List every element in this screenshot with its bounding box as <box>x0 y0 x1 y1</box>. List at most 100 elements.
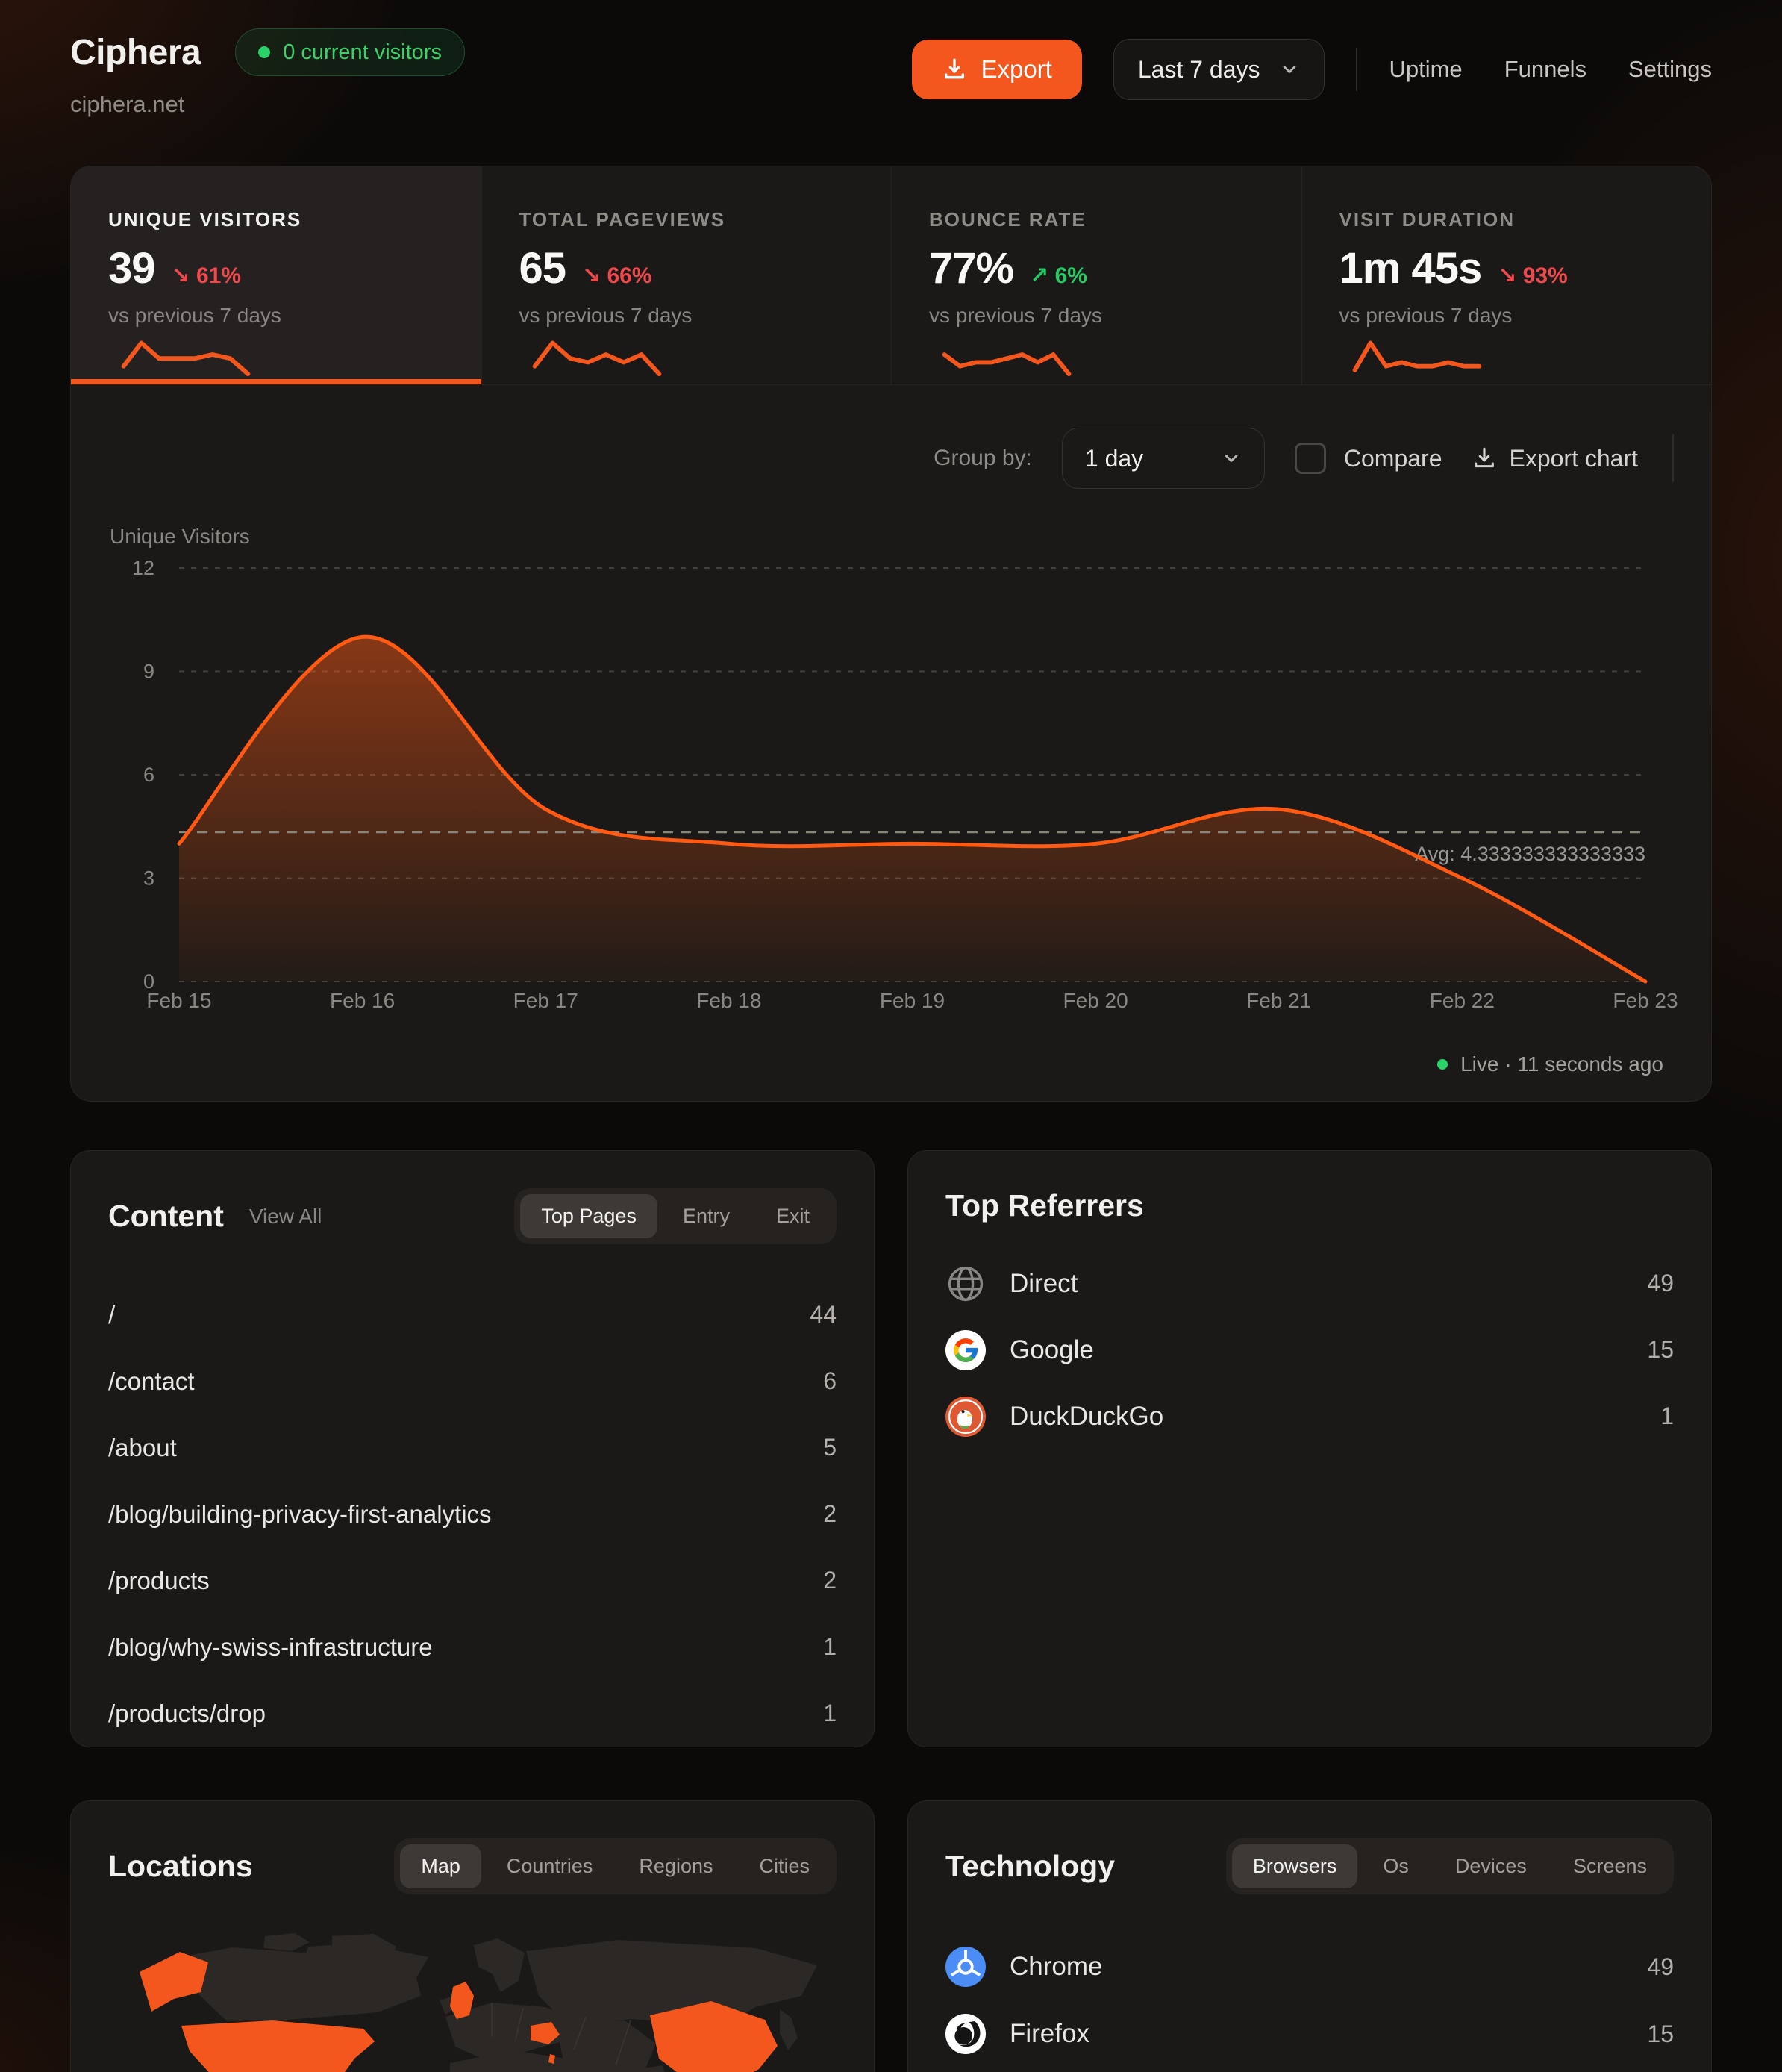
tab-os[interactable]: Os <box>1362 1844 1430 1888</box>
y-axis-label: 9 <box>143 661 154 683</box>
header-actions: Export Last 7 days Uptime Funnels Settings <box>912 39 1712 100</box>
locations-tabs: MapCountriesRegionsCities <box>394 1838 837 1894</box>
page-row[interactable]: /products/drop1 <box>108 1680 837 1747</box>
download-icon <box>942 57 967 82</box>
page-row[interactable]: /44 <box>108 1282 837 1348</box>
chart-controls: Group by: 1 day Compare Export chart <box>108 427 1674 490</box>
stat-delta: ↘ 93% <box>1498 263 1568 289</box>
referrer-row[interactable]: Direct49 <box>945 1250 1674 1317</box>
brand-block: Ciphera 0 current visitors ciphera.net <box>70 28 465 118</box>
x-axis-label: Feb 15 <box>146 989 211 1012</box>
tab-top-pages[interactable]: Top Pages <box>520 1194 657 1238</box>
stat-value-row: 65↘ 66% <box>519 243 892 293</box>
current-visitors-badge[interactable]: 0 current visitors <box>235 28 465 76</box>
y-axis-label: 3 <box>143 867 154 890</box>
brand-name: Ciphera <box>70 32 201 73</box>
current-visitors-label: 0 current visitors <box>283 40 442 65</box>
tab-exit[interactable]: Exit <box>755 1194 831 1238</box>
page-row[interactable]: /about5 <box>108 1414 837 1481</box>
page-row[interactable]: /products 2 <box>108 1547 837 1614</box>
date-range-select[interactable]: Last 7 days <box>1113 39 1325 100</box>
map-country-china[interactable] <box>650 2001 778 2072</box>
sparkline-chart <box>519 335 675 384</box>
row-count: 15 <box>1647 1336 1674 1364</box>
nav-link-funnels[interactable]: Funnels <box>1504 56 1586 83</box>
sparkline-chart <box>929 335 1084 384</box>
header-divider <box>1356 48 1357 91</box>
tab-map[interactable]: Map <box>400 1844 481 1888</box>
map-japan <box>780 2009 798 2050</box>
technology-title: Technology <box>945 1849 1115 1884</box>
page-count: 5 <box>823 1434 837 1461</box>
page-path: /products <box>108 1567 210 1595</box>
y-axis-label: 12 <box>132 557 154 579</box>
header: Ciphera 0 current visitors ciphera.net E… <box>70 0 1712 139</box>
page-count: 6 <box>823 1367 837 1395</box>
stat-label: BOUNCE RATE <box>929 208 1301 231</box>
page-count: 2 <box>823 1567 837 1594</box>
export-chart-button[interactable]: Export chart <box>1472 445 1638 472</box>
nav-link-uptime[interactable]: Uptime <box>1389 56 1462 83</box>
stat-label: UNIQUE VISITORS <box>108 208 481 231</box>
export-chart-label: Export chart <box>1509 445 1638 472</box>
page-row[interactable]: /blog/building-privacy-first-analytics 2 <box>108 1481 837 1547</box>
browser-row-partial[interactable] <box>945 2068 1674 2072</box>
world-map[interactable] <box>108 1927 837 2072</box>
map-country-alaska[interactable] <box>140 1952 208 2012</box>
browser-row[interactable]: Firefox15 <box>945 2000 1674 2068</box>
row-label: DuckDuckGo <box>1010 1402 1163 1432</box>
page-count: 2 <box>823 1500 837 1528</box>
globe-icon <box>945 1264 986 1304</box>
tab-cities[interactable]: Cities <box>738 1844 831 1888</box>
tab-regions[interactable]: Regions <box>618 1844 734 1888</box>
stat-label: VISIT DURATION <box>1339 208 1712 231</box>
live-dot-icon <box>258 46 270 58</box>
stat-card-visit-duration[interactable]: VISIT DURATION1m 45s↘ 93%vs previous 7 d… <box>1301 166 1712 384</box>
chart-area-fill <box>179 637 1645 982</box>
export-button[interactable]: Export <box>912 40 1081 99</box>
stat-card-unique-visitors[interactable]: UNIQUE VISITORS39↘ 61%vs previous 7 days <box>71 166 481 384</box>
page-path: /blog/building-privacy-first-analytics <box>108 1500 492 1529</box>
referrer-row[interactable]: Google15 <box>945 1317 1674 1383</box>
page-path: /blog/why-swiss-infrastructure <box>108 1633 433 1661</box>
bottom-row: Locations MapCountriesRegionsCities Tech… <box>70 1800 1712 2072</box>
page-path: /products/drop <box>108 1700 266 1728</box>
map-scandinavia <box>474 1938 525 1992</box>
tab-devices[interactable]: Devices <box>1434 1844 1548 1888</box>
group-by-value: 1 day <box>1085 445 1143 472</box>
referrer-row[interactable]: DuckDuckGo1 <box>945 1383 1674 1450</box>
browser-row[interactable]: Chrome49 <box>945 1933 1674 2000</box>
locations-title: Locations <box>108 1849 253 1884</box>
stat-card-total-pageviews[interactable]: TOTAL PAGEVIEWS65↘ 66%vs previous 7 days <box>481 166 892 384</box>
visitors-chart[interactable]: Unique Visitors036912Avg: 4.333333333333… <box>71 515 1711 1037</box>
view-all-link[interactable]: View All <box>249 1205 322 1229</box>
stat-cards-row: UNIQUE VISITORS39↘ 61%vs previous 7 days… <box>71 166 1711 385</box>
map-central-asia <box>556 2020 656 2072</box>
chart-title: Unique Visitors <box>110 525 250 548</box>
chrome-icon <box>945 1947 986 1987</box>
map-country-usa[interactable] <box>181 2020 375 2072</box>
chevron-down-icon <box>1279 59 1300 80</box>
sparkline-chart <box>1339 335 1495 384</box>
referrers-panel: Top Referrers Direct49Google15DuckDuckGo… <box>907 1150 1712 1747</box>
tab-browsers[interactable]: Browsers <box>1232 1844 1358 1888</box>
x-axis-label: Feb 19 <box>880 989 945 1012</box>
world-map-svg <box>108 1927 838 2072</box>
page-path: / <box>108 1301 115 1329</box>
page-row[interactable]: /contact 6 <box>108 1348 837 1414</box>
stat-compare-label: vs previous 7 days <box>519 304 892 328</box>
tab-screens[interactable]: Screens <box>1552 1844 1668 1888</box>
tab-entry[interactable]: Entry <box>662 1194 751 1238</box>
nav-link-settings[interactable]: Settings <box>1628 56 1712 83</box>
row-count: 49 <box>1647 1270 1674 1297</box>
compare-checkbox[interactable] <box>1295 443 1326 474</box>
analytics-panel: UNIQUE VISITORS39↘ 61%vs previous 7 days… <box>70 166 1712 1102</box>
sparkline-chart <box>108 335 263 384</box>
page-count: 1 <box>823 1633 837 1661</box>
row-count: 49 <box>1647 1953 1674 1981</box>
page-path: /contact <box>108 1367 195 1396</box>
tab-countries[interactable]: Countries <box>486 1844 614 1888</box>
stat-card-bounce-rate[interactable]: BOUNCE RATE77%↗ 6%vs previous 7 days <box>891 166 1301 384</box>
page-row[interactable]: /blog/why-swiss-infrastructure 1 <box>108 1614 837 1680</box>
group-by-select[interactable]: 1 day <box>1062 428 1265 489</box>
